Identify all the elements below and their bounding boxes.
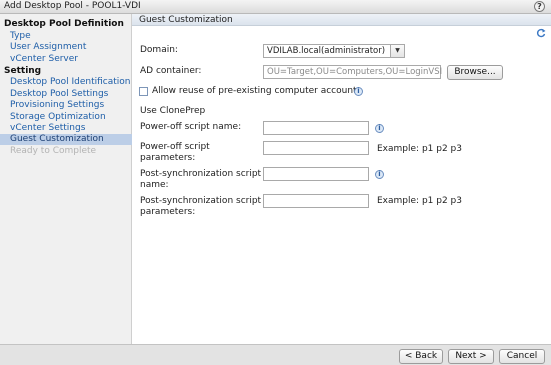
browse-button[interactable]: Browse... (447, 65, 503, 80)
sidebar-item-storage-optimization[interactable]: Storage Optimization (10, 112, 106, 122)
postsync-params-label-2: parameters: (140, 207, 196, 217)
ad-container-input[interactable]: OU=Target,OU=Computers,OU=LoginVSI (263, 65, 443, 79)
postsync-name-input[interactable] (263, 167, 369, 181)
sidebar-item-guest-customization[interactable]: Guest Customization (0, 134, 132, 145)
back-button[interactable]: < Back (399, 349, 443, 364)
window-title: Add Desktop Pool - POOL1-VDI (4, 1, 141, 11)
dropdown-arrow-icon: ▼ (390, 45, 404, 57)
sidebar-item-vcenter-settings[interactable]: vCenter Settings (10, 123, 85, 133)
domain-value: VDILAB.local(administrator) (267, 46, 386, 56)
sidebar-section-setting: Setting (4, 66, 42, 76)
postsync-name-label-2: name: (140, 180, 169, 190)
window-titlebar: Add Desktop Pool - POOL1-VDI ? (0, 0, 551, 14)
wizard-footer: < Back Next > Cancel (0, 344, 551, 365)
sidebar-item-ready-to-complete: Ready to Complete (10, 146, 97, 156)
refresh-icon[interactable] (536, 28, 546, 38)
cancel-button[interactable]: Cancel (499, 349, 545, 364)
postsync-params-example: Example: p1 p2 p3 (377, 196, 462, 206)
sidebar-item-vcenter-server[interactable]: vCenter Server (10, 54, 78, 64)
poweroff-params-label-2: parameters: (140, 153, 196, 163)
sidebar-item-pool-settings[interactable]: Desktop Pool Settings (10, 89, 108, 99)
sidebar-item-user-assignment[interactable]: User Assignment (10, 42, 86, 52)
main-panel: Guest Customization Domain: VDILAB.local… (132, 14, 551, 344)
poweroff-params-input[interactable] (263, 141, 369, 155)
sidebar-item-pool-identification[interactable]: Desktop Pool Identification (10, 77, 130, 87)
cloneprep-label: Use ClonePrep (140, 106, 206, 116)
postsync-name-label-1: Post-synchronization script (140, 169, 262, 179)
allow-reuse-label: Allow reuse of pre-existing computer acc… (152, 86, 362, 96)
panel-title: Guest Customization (139, 15, 233, 25)
help-icon[interactable]: ? (534, 1, 545, 12)
allow-reuse-checkbox[interactable] (139, 87, 148, 96)
info-icon[interactable]: i (354, 87, 363, 96)
poweroff-params-example: Example: p1 p2 p3 (377, 144, 462, 154)
poweroff-params-label-1: Power-off script (140, 142, 210, 152)
poweroff-script-name-label: Power-off script name: (140, 122, 242, 132)
sidebar-item-type[interactable]: Type (10, 31, 31, 41)
ad-container-value: OU=Target,OU=Computers,OU=LoginVSI (267, 67, 443, 77)
panel-header: Guest Customization (132, 14, 551, 26)
postsync-params-input[interactable] (263, 194, 369, 208)
next-button[interactable]: Next > (448, 349, 494, 364)
info-icon[interactable]: i (375, 170, 384, 179)
sidebar-section-definition: Desktop Pool Definition (4, 19, 124, 29)
postsync-params-label-1: Post-synchronization script (140, 196, 262, 206)
sidebar-item-provisioning-settings[interactable]: Provisioning Settings (10, 100, 104, 110)
ad-container-label: AD container: (140, 66, 202, 76)
domain-label: Domain: (140, 45, 178, 55)
poweroff-script-name-input[interactable] (263, 121, 369, 135)
info-icon[interactable]: i (375, 124, 384, 133)
wizard-sidebar: Desktop Pool Definition Type User Assign… (0, 14, 132, 344)
domain-select[interactable]: VDILAB.local(administrator) ▼ (263, 44, 405, 58)
